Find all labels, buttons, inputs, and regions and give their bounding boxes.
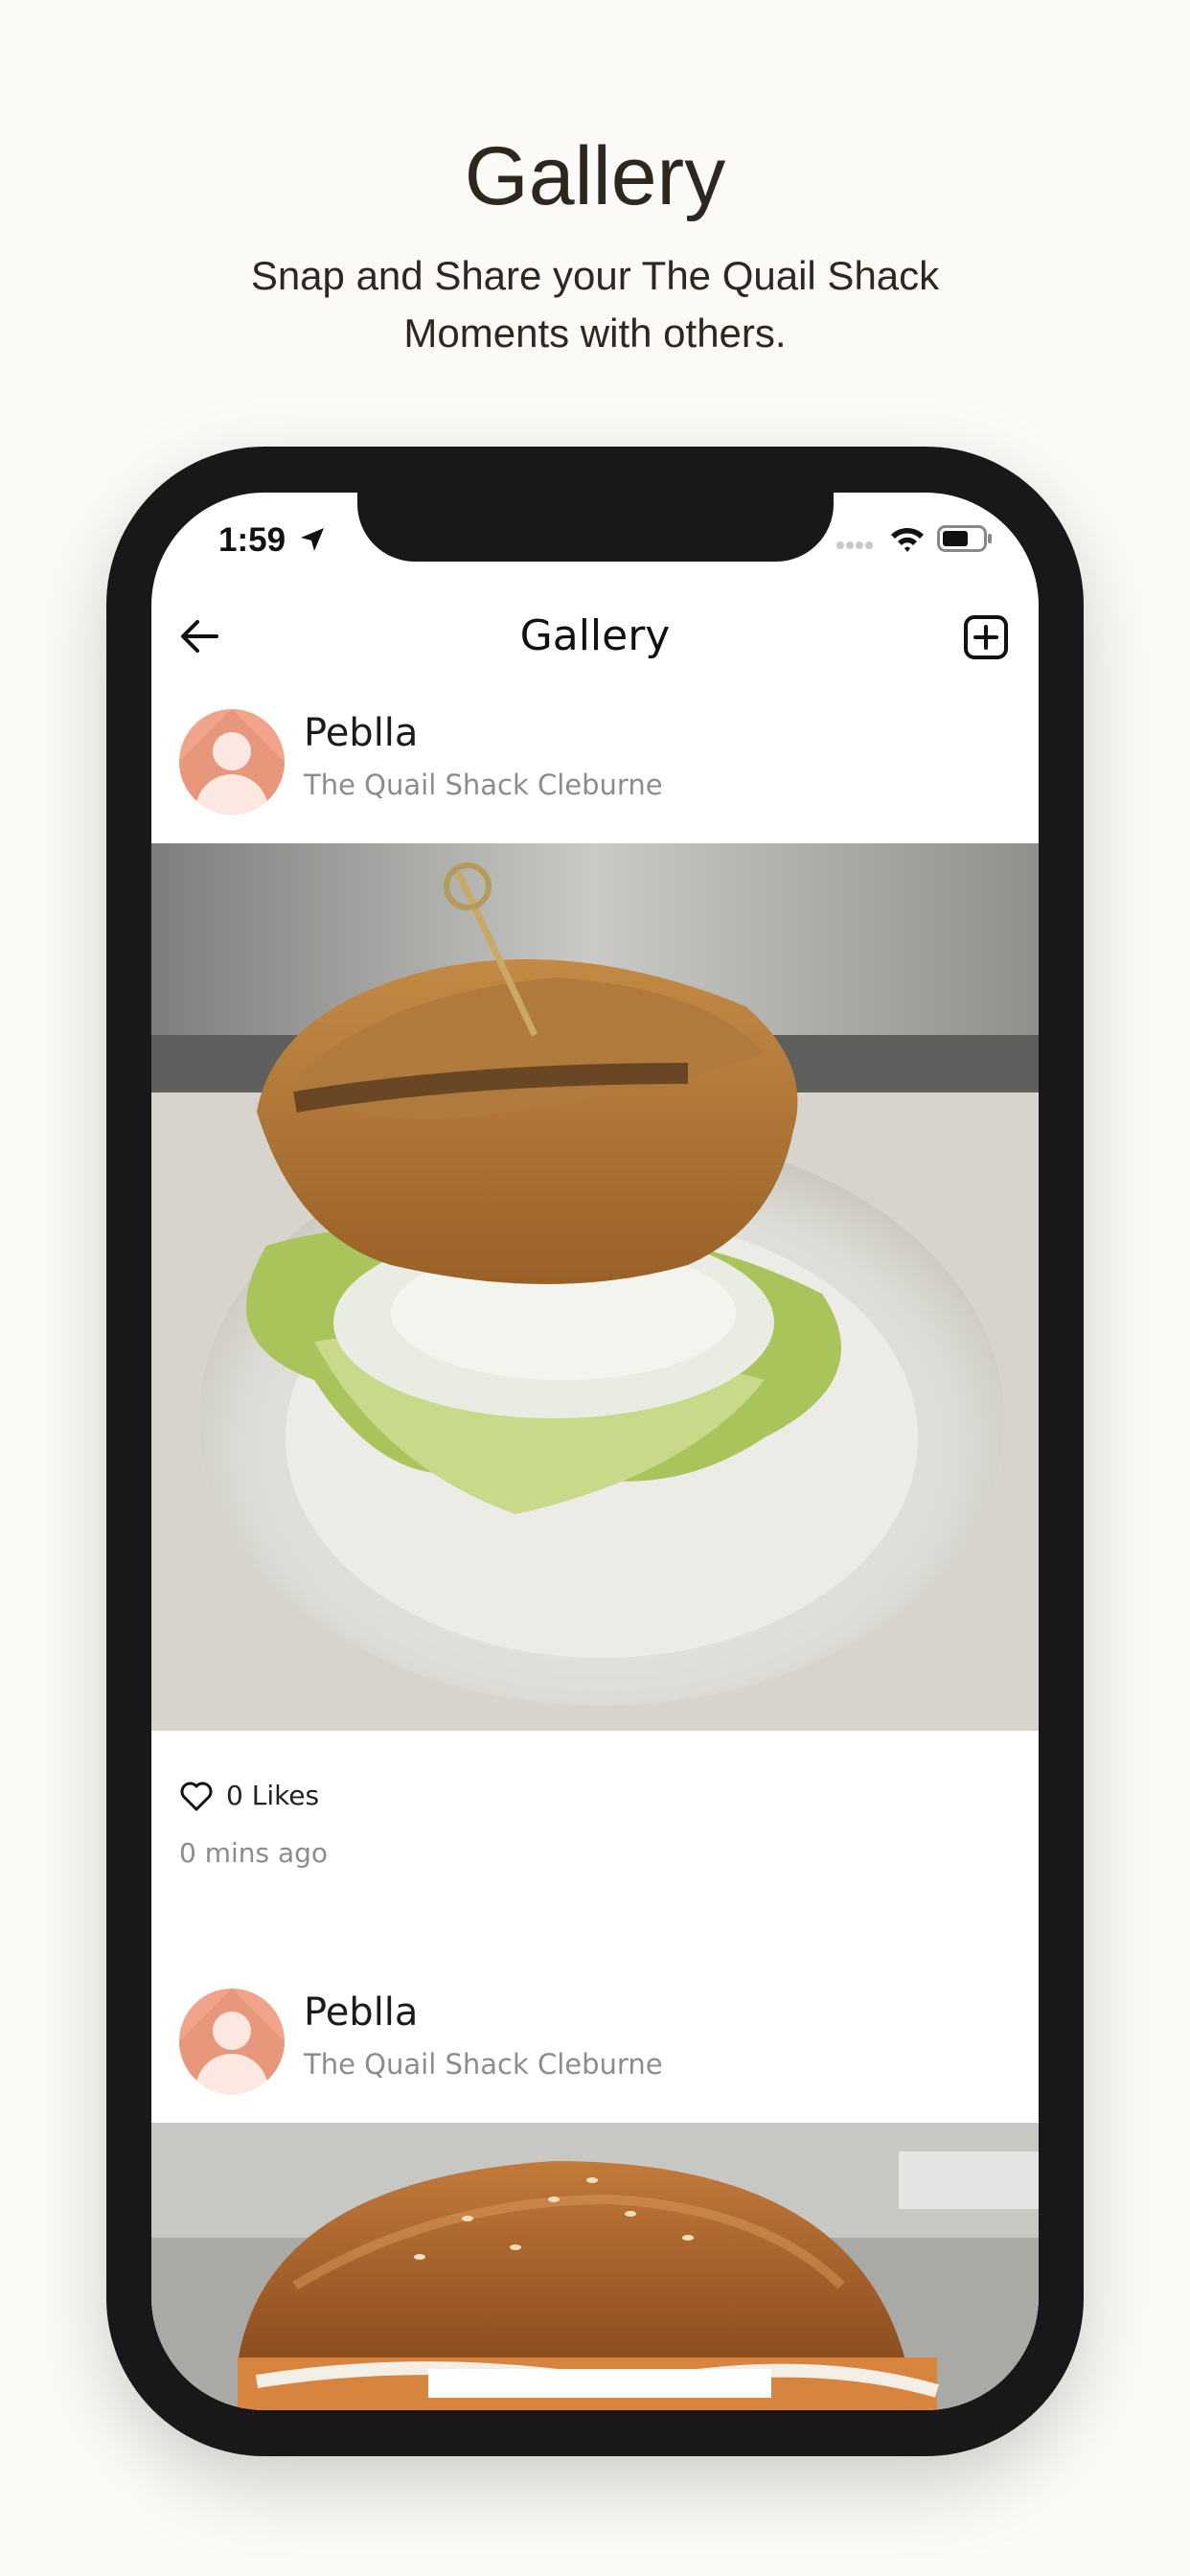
post-time: 0 mins ago — [179, 1837, 329, 1869]
nav-title: Gallery — [519, 611, 671, 660]
post-location: The Quail Shack Cleburne — [304, 2048, 663, 2081]
promo-title: Gallery — [464, 130, 726, 222]
post-photo-sandwich[interactable] — [151, 843, 1039, 1731]
post-username[interactable]: Peblla — [304, 711, 418, 755]
app-screen: 1:59 Gallery Peblla The Quail Shack Cleb… — [151, 493, 1039, 2410]
heart-icon[interactable] — [179, 1782, 214, 1812]
post-location: The Quail Shack Cleburne — [304, 769, 663, 801]
avatar[interactable] — [179, 709, 285, 815]
home-indicator — [428, 2369, 771, 2398]
promo-subtitle: Snap and Share your The Quail Shack Mome… — [250, 253, 940, 356]
status-time: 1:59 — [218, 521, 286, 559]
add-post-icon[interactable] — [962, 613, 1010, 661]
battery-icon — [937, 525, 992, 552]
likes-count: 0 Likes — [226, 1780, 320, 1811]
phone-frame: 1:59 Gallery Peblla The Quail Shack Cleb… — [106, 447, 1084, 2456]
location-arrow-icon — [301, 528, 324, 551]
signal-icon — [836, 541, 873, 549]
wifi-icon — [891, 527, 924, 552]
phone-notch — [357, 493, 834, 562]
avatar[interactable] — [179, 1989, 285, 2094]
post-photo-burger[interactable] — [151, 2123, 1039, 2410]
post-username[interactable]: Peblla — [304, 1990, 418, 2035]
